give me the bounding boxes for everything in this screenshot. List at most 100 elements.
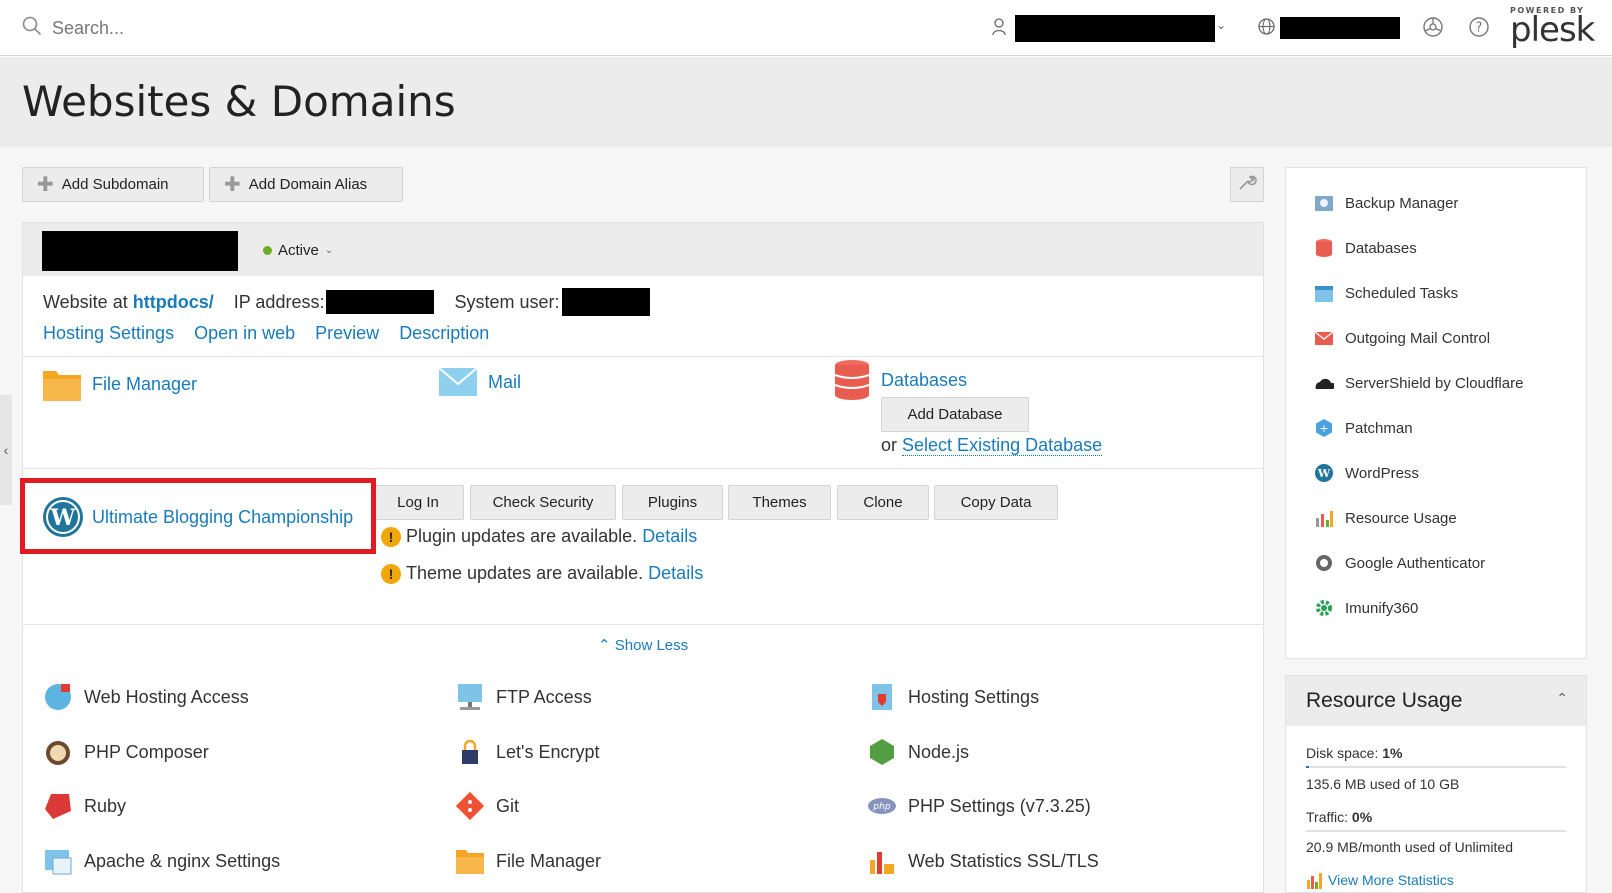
web-statistics-ssl-tool[interactable]: Web Statistics SSL/TLS: [866, 845, 1099, 877]
nodejs-icon: [866, 736, 898, 768]
chevron-up-icon[interactable]: ⌃: [1556, 690, 1568, 707]
select-db-row: or Select Existing Database: [881, 435, 1103, 456]
wp-plugins-button[interactable]: Plugins: [622, 485, 723, 520]
sidebar-item-label: Databases: [1345, 239, 1417, 257]
redacted-domain-name[interactable]: [42, 231, 238, 271]
hosting-settings-tool[interactable]: Hosting Settings: [866, 681, 1039, 713]
add-domain-alias-button[interactable]: ✚ Add Domain Alias: [209, 167, 403, 202]
wordpress-site-link[interactable]: Ultimate Blogging Championship: [92, 507, 353, 528]
traffic-bar: [1306, 830, 1566, 832]
file-manager-link[interactable]: File Manager: [92, 374, 197, 395]
web-hosting-access-tool[interactable]: Web Hosting Access: [42, 681, 249, 713]
disk-space-line: Disk space: 1%: [1306, 745, 1402, 761]
wp-themes-button[interactable]: Themes: [728, 485, 831, 520]
theme-details-link[interactable]: Details: [648, 563, 703, 584]
traffic-percent: 0%: [1351, 809, 1373, 825]
chevron-down-icon: ⌄: [324, 245, 334, 256]
view-more-statistics-link[interactable]: View More Statistics: [1328, 872, 1454, 888]
divider: [23, 624, 1263, 625]
search-input[interactable]: [52, 18, 352, 39]
add-subdomain-button[interactable]: ✚ Add Subdomain: [22, 167, 204, 202]
divider: [23, 468, 1263, 469]
extensions-icon[interactable]: [1422, 16, 1444, 43]
php-settings-tool[interactable]: php PHP Settings (v7.3.25): [866, 790, 1091, 822]
redacted-username[interactable]: [1015, 15, 1215, 42]
databases-link[interactable]: Databases: [881, 370, 967, 391]
ruby-tool[interactable]: Ruby: [42, 790, 126, 822]
resource-usage-header[interactable]: Resource Usage ⌃: [1286, 676, 1586, 726]
nodejs-label: Node.js: [908, 741, 970, 762]
bar-chart-icon: [1314, 508, 1334, 528]
wp-clone-label: Clone: [863, 494, 903, 511]
file-manager-grid-tool[interactable]: File Manager: [454, 845, 601, 877]
httpdocs-link[interactable]: httpdocs/: [133, 292, 214, 313]
git-tool[interactable]: Git: [454, 790, 519, 822]
php-composer-tool[interactable]: PHP Composer: [42, 736, 209, 768]
domain-links-row: Hosting Settings Open in web Preview Des…: [43, 323, 489, 344]
sidebar-item-patchman[interactable]: + Patchman: [1314, 418, 1413, 438]
select-existing-database-link[interactable]: Select Existing Database: [902, 435, 1103, 456]
show-less-label: Show Less: [614, 637, 689, 654]
domain-info-row: Website at httpdocs/ IP address: System …: [43, 288, 650, 316]
status-dropdown[interactable]: Active ⌄: [263, 242, 333, 259]
show-less-link[interactable]: ⌃ Show Less: [598, 636, 688, 654]
folder-icon: [42, 366, 82, 402]
user-menu-chevron-icon[interactable]: ⌄: [1216, 18, 1226, 32]
plugin-details-link[interactable]: Details: [642, 526, 697, 547]
page-header: Websites & Domains: [0, 57, 1612, 147]
search-box[interactable]: [22, 16, 352, 41]
file-manager-tool[interactable]: File Manager: [42, 366, 197, 402]
view-more-statistics[interactable]: View More Statistics: [1306, 871, 1454, 889]
add-database-button[interactable]: Add Database: [881, 397, 1029, 432]
sidebar-item-backup-manager[interactable]: Backup Manager: [1314, 193, 1458, 213]
imunify-gear-icon: [1314, 598, 1334, 618]
sidebar-item-google-authenticator[interactable]: Google Authenticator: [1314, 553, 1485, 573]
redacted-subscription[interactable]: [1280, 17, 1400, 39]
hosting-settings-link[interactable]: Hosting Settings: [43, 323, 174, 344]
sidebar-item-scheduled-tasks[interactable]: Scheduled Tasks: [1314, 283, 1458, 303]
sidebar-item-resource-usage[interactable]: Resource Usage: [1314, 508, 1457, 528]
apache-settings-icon: [42, 845, 74, 877]
bar-chart-icon: [1306, 871, 1324, 889]
wordpress-icon: W: [1314, 463, 1334, 483]
sidebar-item-wordpress[interactable]: W WordPress: [1314, 463, 1419, 483]
description-link[interactable]: Description: [399, 323, 489, 344]
svg-text:php: php: [872, 802, 890, 812]
sidebar-item-imunify360[interactable]: Imunify360: [1314, 598, 1418, 618]
globe-user-icon: [42, 681, 74, 713]
wp-log-in-button[interactable]: Log In: [372, 485, 464, 520]
help-icon[interactable]: ?: [1468, 16, 1490, 43]
wp-check-security-button[interactable]: Check Security: [470, 485, 616, 520]
sidebar-item-label: ServerShield by Cloudflare: [1345, 374, 1524, 392]
wp-copy-data-button[interactable]: Copy Data: [934, 485, 1058, 520]
right-sidebar: Backup Manager Databases Scheduled Tasks…: [1285, 167, 1587, 659]
status-label: Active: [278, 242, 319, 259]
hosting-settings-icon: [866, 681, 898, 713]
lets-encrypt-tool[interactable]: Let's Encrypt: [454, 736, 599, 768]
sidebar-item-outgoing-mail-control[interactable]: Outgoing Mail Control: [1314, 328, 1490, 348]
wrench-settings-button[interactable]: [1230, 167, 1264, 202]
lets-encrypt-icon: [454, 736, 486, 768]
sidebar-item-servershield[interactable]: ServerShield by Cloudflare: [1314, 373, 1523, 393]
mail-icon: [1314, 328, 1334, 348]
nodejs-tool[interactable]: Node.js: [866, 736, 969, 768]
preview-link[interactable]: Preview: [315, 323, 379, 344]
wp-clone-button[interactable]: Clone: [837, 485, 929, 520]
mail-link[interactable]: Mail: [488, 372, 521, 393]
lets-encrypt-label: Let's Encrypt: [496, 741, 600, 762]
domain-card-header: Active ⌄: [23, 223, 1263, 276]
open-in-web-link[interactable]: Open in web: [194, 323, 295, 344]
disk-space-percent: 1%: [1382, 745, 1403, 761]
collapse-handle[interactable]: ‹: [0, 395, 12, 505]
apache-nginx-settings-tool[interactable]: Apache & nginx Settings: [42, 845, 280, 877]
sidebar-item-label: Imunify360: [1345, 599, 1419, 617]
php-settings-label: PHP Settings (v7.3.25): [908, 795, 1091, 816]
wordpress-site[interactable]: W Ultimate Blogging Championship: [42, 496, 353, 538]
ftp-access-tool[interactable]: FTP Access: [454, 681, 592, 713]
plus-icon: ✚: [37, 174, 54, 196]
mail-tool[interactable]: Mail: [438, 366, 521, 398]
databases-tool[interactable]: Databases: [833, 359, 967, 401]
sidebar-item-databases[interactable]: Databases: [1314, 238, 1417, 258]
web-statistics-ssl-label: Web Statistics SSL/TLS: [908, 850, 1099, 871]
mail-envelope-icon: [438, 366, 478, 398]
